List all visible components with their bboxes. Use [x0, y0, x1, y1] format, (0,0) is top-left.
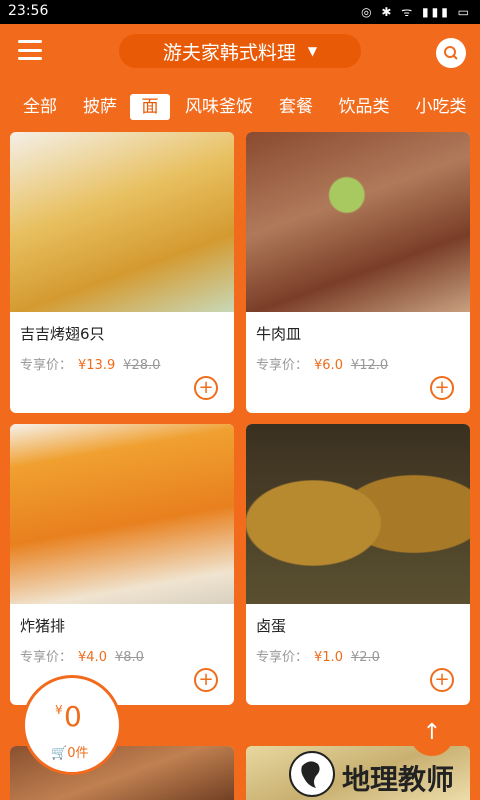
product-name: 牛肉皿: [256, 325, 302, 343]
product-price: ¥4.0: [78, 650, 107, 665]
product-price: ¥13.9: [78, 358, 116, 373]
search-button[interactable]: [436, 38, 466, 68]
cart-total: 0: [64, 700, 82, 733]
cart-count-label: 0件: [67, 746, 89, 761]
globe-logo-icon: [289, 751, 335, 797]
menu-icon[interactable]: [18, 40, 42, 60]
cart-button[interactable]: ¥ 0 🛒0件: [22, 675, 122, 775]
price-label: 专享价：: [256, 650, 309, 665]
price-label: 专享价：: [256, 358, 309, 373]
store-selector[interactable]: 游夫家韩式料理 ▼: [119, 34, 361, 68]
product-card[interactable]: 卤蛋 专享价： ¥1.0 ¥2.0 +: [246, 424, 470, 705]
status-bar: 23:56 ◎ ✱ ᯤ ▮▮▮ ▭: [0, 0, 480, 24]
watermark-text: 地理教师: [342, 763, 455, 796]
price-label: 专享价：: [20, 650, 73, 665]
store-name: 游夫家韩式料理: [162, 41, 296, 64]
product-original-price: ¥12.0: [350, 358, 389, 373]
watermark: 地理教师: [282, 748, 480, 800]
tab-noodles[interactable]: 面: [130, 94, 170, 120]
tab-set-meal[interactable]: 套餐: [278, 94, 314, 120]
add-to-cart-button[interactable]: +: [194, 376, 218, 400]
cart-icon: 🛒: [51, 746, 68, 761]
product-name: 卤蛋: [256, 617, 287, 635]
product-image: [246, 424, 470, 604]
product-original-price: ¥28.0: [123, 358, 161, 373]
price-label: 专享价：: [20, 358, 73, 373]
product-name: 炸猪排: [20, 617, 66, 635]
status-icons: ◎ ✱ ᯤ ▮▮▮ ▭: [361, 5, 472, 19]
top-bar: 游夫家韩式料理 ▼: [0, 24, 480, 82]
price-row: 专享价： ¥6.0 ¥12.0: [256, 354, 388, 373]
product-card[interactable]: 牛肉皿 专享价： ¥6.0 ¥12.0 +: [246, 132, 470, 413]
tab-kamameshi[interactable]: 风味釜饭: [184, 94, 254, 120]
price-row: 专享价： ¥1.0 ¥2.0: [256, 646, 380, 665]
add-to-cart-button[interactable]: +: [430, 668, 454, 692]
status-time: 23:56: [8, 3, 49, 19]
arrow-up-icon: ↑: [422, 720, 442, 745]
product-name: 吉吉烤翅6只: [20, 325, 105, 343]
cart-count: 🛒0件: [51, 742, 88, 761]
add-to-cart-button[interactable]: +: [430, 376, 454, 400]
product-image: [10, 424, 234, 604]
tab-snacks[interactable]: 小吃类: [414, 94, 468, 120]
search-icon: [444, 46, 458, 60]
price-row: 专享价： ¥13.9 ¥28.0: [20, 354, 160, 373]
product-original-price: ¥2.0: [350, 650, 380, 665]
price-row: 专享价： ¥4.0 ¥8.0: [20, 646, 144, 665]
product-price: ¥6.0: [314, 358, 343, 373]
product-card[interactable]: 炸猪排 专享价： ¥4.0 ¥8.0 +: [10, 424, 234, 705]
category-tabs: 全部 披萨 面 风味釜饭 套餐 饮品类 小吃类: [0, 82, 480, 132]
product-card[interactable]: 吉吉烤翅6只 专享价： ¥13.9 ¥28.0 +: [10, 132, 234, 413]
product-price: ¥1.0: [314, 650, 343, 665]
cart-currency: ¥: [55, 703, 63, 717]
product-original-price: ¥8.0: [114, 650, 144, 665]
product-image: [10, 132, 234, 312]
tab-pizza[interactable]: 披萨: [82, 94, 118, 120]
tab-all[interactable]: 全部: [22, 94, 58, 120]
tab-drinks[interactable]: 饮品类: [337, 94, 391, 120]
add-to-cart-button[interactable]: +: [194, 668, 218, 692]
chevron-down-icon: ▼: [307, 44, 318, 58]
product-image: [246, 132, 470, 312]
